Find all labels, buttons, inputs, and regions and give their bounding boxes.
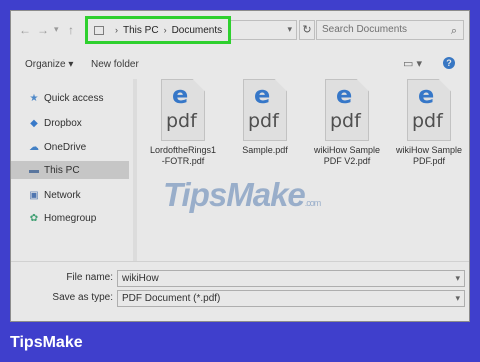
homegroup-icon: ✿ (29, 212, 39, 224)
watermark: TipsMake.com (163, 176, 321, 213)
address-dropdown[interactable]: ▾ (231, 20, 297, 40)
edge-logo-icon: e (254, 81, 271, 109)
pdf-label: pdf (330, 110, 361, 132)
back-arrow-icon[interactable]: ← (19, 23, 31, 37)
chevron-right-icon: › (163, 25, 167, 35)
file-name: wikiHow Sample PDF V2.pdf (313, 145, 381, 166)
sidebar-item-homegroup[interactable]: ✿ Homegroup (11, 209, 129, 227)
sidebar-item-this-pc[interactable]: ▬ This PC (11, 161, 129, 179)
file-item[interactable]: e pdf wikiHow Sample PDF V2.pdf (311, 79, 383, 167)
pdf-file-icon: e pdf (325, 79, 369, 141)
breadcrumb-this-pc[interactable]: This PC (123, 25, 159, 36)
address-bar-row: ← → ▾ ↑ › This PC › Documents ▾ ↻ Search… (11, 11, 469, 49)
breadcrumb[interactable]: › This PC › Documents (85, 16, 231, 44)
file-item[interactable]: e pdf wikiHow Sample PDF.pdf (393, 79, 465, 167)
file-item[interactable]: e pdf Sample.pdf (229, 79, 301, 156)
forward-arrow-icon[interactable]: → (37, 23, 49, 37)
new-folder-button[interactable]: New folder (91, 59, 139, 70)
sidebar-item-label: Quick access (44, 92, 104, 104)
file-name-label: File name: (66, 272, 113, 283)
sidebar-item-quick-access[interactable]: ★ Quick access (11, 89, 129, 107)
file-name: wikiHow Sample PDF.pdf (395, 145, 463, 166)
chevron-down-icon: ▾ (455, 293, 460, 303)
sidebar-item-label: Network (44, 189, 81, 201)
sidebar-item-label: This PC (44, 164, 80, 176)
save-form: File name: wikiHow ▾ Save as type: PDF D… (11, 261, 469, 321)
refresh-icon[interactable]: ↻ (299, 20, 315, 40)
search-icon: ⌕ (450, 25, 457, 37)
history-chevron-icon[interactable]: ▾ (54, 24, 59, 35)
breadcrumb-documents[interactable]: Documents (172, 25, 223, 36)
pdf-label: pdf (412, 110, 443, 132)
save-as-dialog: ← → ▾ ↑ › This PC › Documents ▾ ↻ Search… (10, 10, 470, 322)
sidebar-item-label: Dropbox (44, 117, 82, 129)
save-type-label: Save as type: (52, 292, 113, 303)
navigation-pane: ★ Quick access ◆ Dropbox ☁ OneDrive ▬ Th… (11, 79, 129, 269)
chevron-down-icon: ▾ (287, 24, 292, 34)
pdf-label: pdf (166, 110, 197, 132)
network-icon: ▣ (29, 189, 39, 201)
toolbar: Organize ▾ New folder ▭ ▾ ? (11, 49, 469, 79)
up-arrow-icon[interactable]: ↑ (68, 23, 74, 37)
file-name-input[interactable]: wikiHow ▾ (117, 270, 465, 287)
sidebar-item-network[interactable]: ▣ Network (11, 186, 129, 204)
pdf-file-icon: e pdf (243, 79, 287, 141)
pdf-file-icon: e pdf (407, 79, 451, 141)
pdf-label: pdf (248, 110, 279, 132)
sidebar-item-dropbox[interactable]: ◆ Dropbox (11, 114, 129, 132)
edge-logo-icon: e (418, 81, 435, 109)
star-icon: ★ (29, 92, 39, 104)
file-list: e pdf LordoftheRings1 -FOTR.pdf e pdf Sam… (137, 79, 469, 269)
sidebar-item-label: OneDrive (44, 141, 87, 153)
view-options-icon[interactable]: ▭ ▾ (403, 57, 422, 70)
save-type-select[interactable]: PDF Document (*.pdf) ▾ (117, 290, 465, 307)
cloud-icon: ☁ (29, 141, 39, 153)
pdf-file-icon: e pdf (161, 79, 205, 141)
file-item[interactable]: e pdf LordoftheRings1 -FOTR.pdf (147, 79, 219, 167)
chevron-right-icon: › (115, 25, 118, 35)
save-type-value: PDF Document (*.pdf) (122, 293, 221, 304)
file-name: LordoftheRings1 -FOTR.pdf (149, 145, 217, 166)
sidebar-item-onedrive[interactable]: ☁ OneDrive (11, 138, 129, 156)
brand-logo: TipsMake (10, 334, 83, 351)
help-icon[interactable]: ? (443, 57, 455, 69)
edge-logo-icon: e (336, 81, 353, 109)
organize-button[interactable]: Organize ▾ (25, 59, 73, 70)
dropbox-icon: ◆ (30, 117, 38, 129)
search-input[interactable]: Search Documents ⌕ (316, 20, 464, 40)
search-placeholder: Search Documents (322, 24, 408, 35)
file-name: Sample.pdf (242, 145, 288, 155)
computer-icon: ▬ (29, 164, 39, 176)
pc-icon (94, 25, 104, 35)
chevron-down-icon[interactable]: ▾ (455, 271, 460, 286)
edge-logo-icon: e (172, 81, 189, 109)
sidebar-item-label: Homegroup (44, 212, 97, 224)
file-name-value: wikiHow (122, 273, 159, 284)
